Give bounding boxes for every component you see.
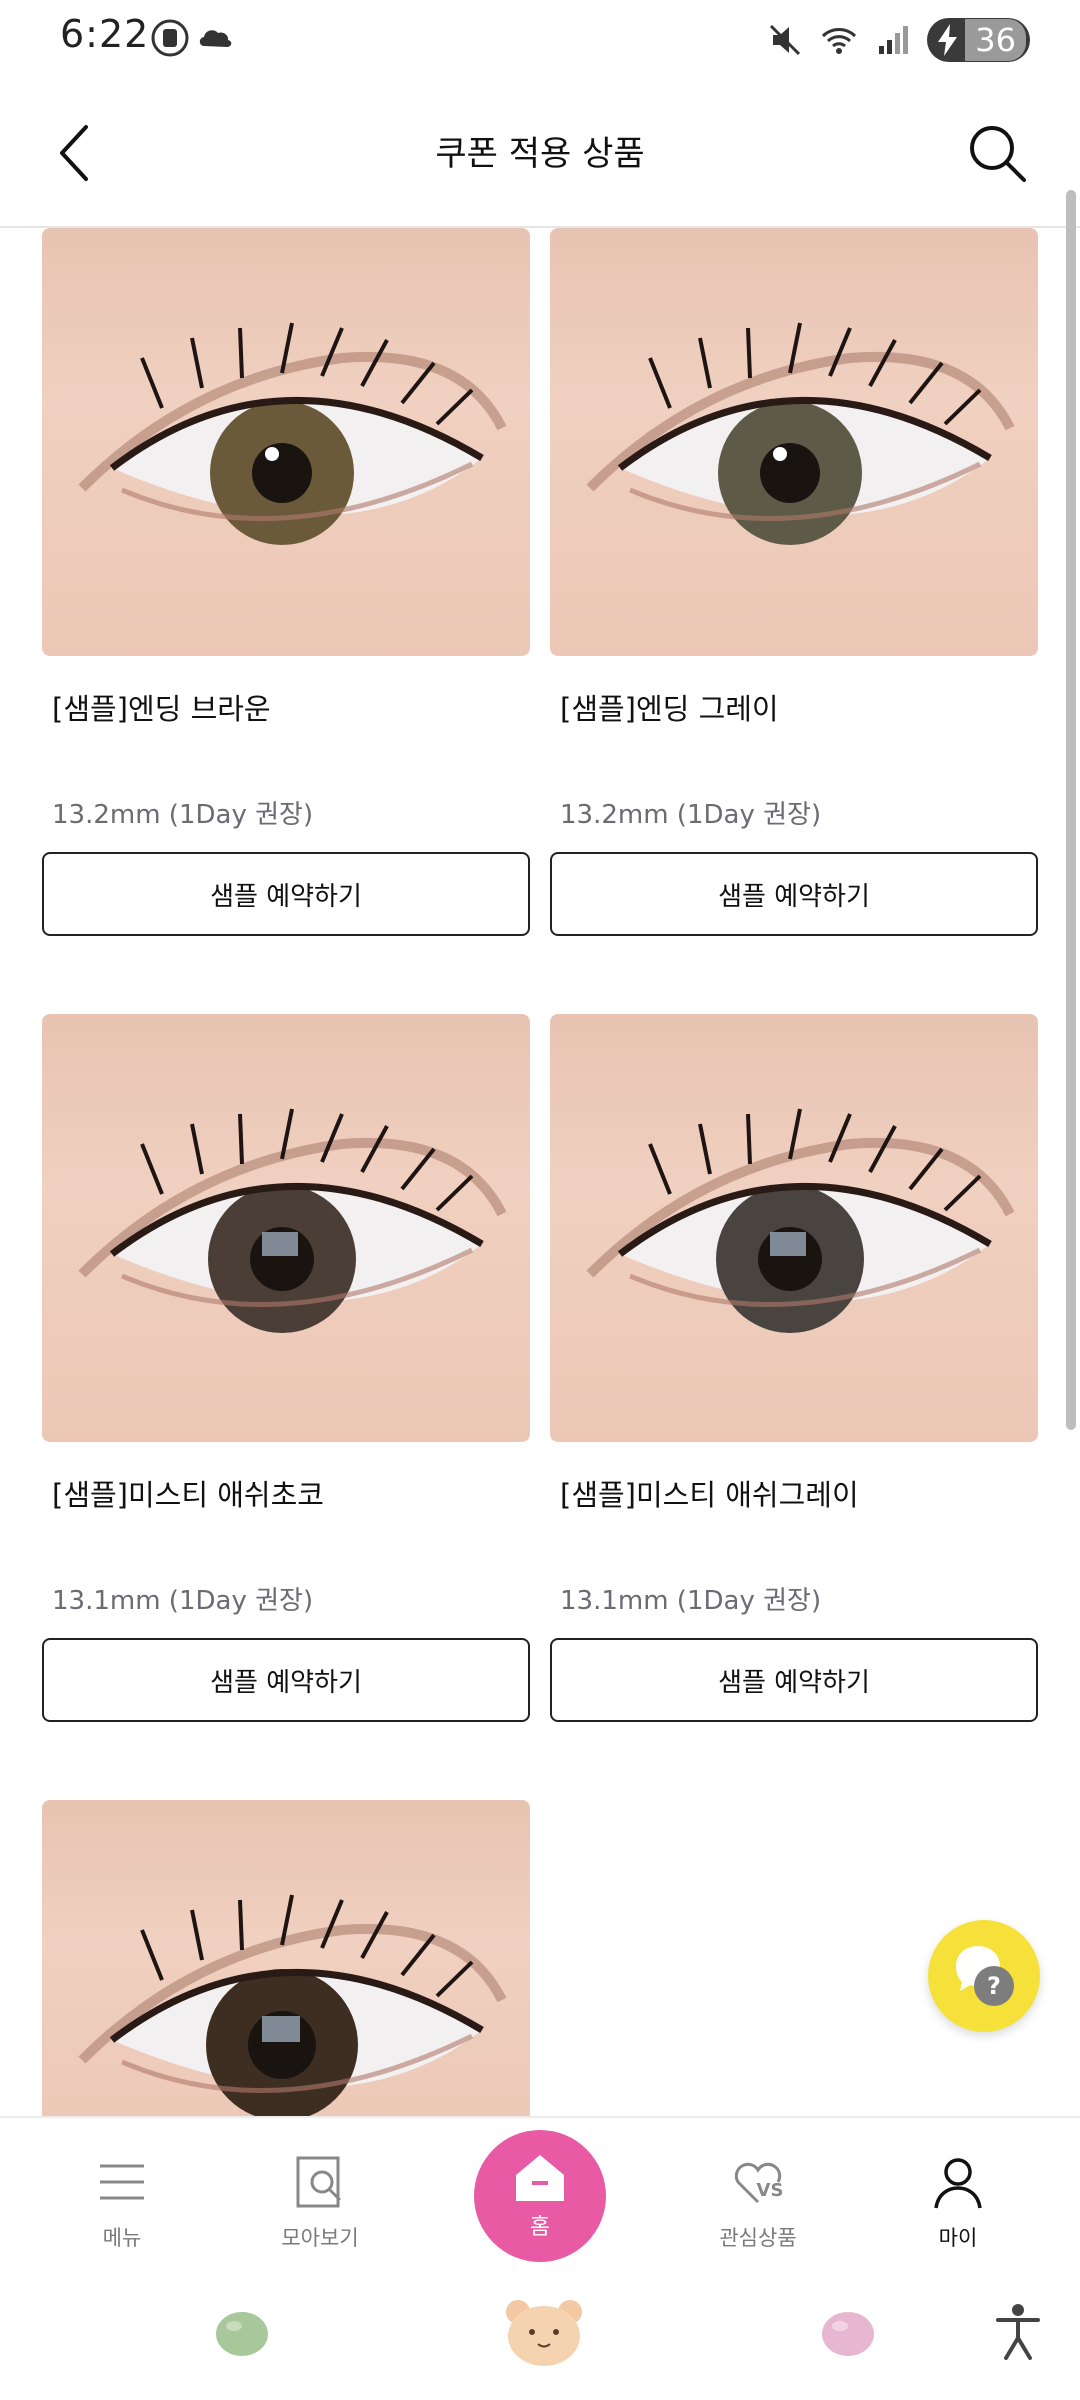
nav-label: 모아보기: [281, 2226, 359, 2250]
status-system-icons: 36: [765, 18, 1030, 62]
mute-icon: [770, 24, 801, 56]
product-image[interactable]: [42, 1800, 530, 2118]
green-bean-icon[interactable]: [212, 2306, 272, 2362]
nav-label: 메뉴: [102, 2226, 142, 2250]
nav-my[interactable]: 마이: [868, 2118, 1048, 2282]
collection-search-icon: [296, 2156, 342, 2208]
nav-label: 홈: [529, 2215, 551, 2240]
product-name[interactable]: [샘플]엔딩 브라운: [42, 686, 530, 726]
chat-help-button[interactable]: ?: [928, 1920, 1040, 2032]
wifi-icon: [822, 28, 857, 54]
status-time: 6:22: [60, 12, 150, 56]
signal-icon: [879, 26, 909, 54]
product-spec: 13.2mm (1Day 권장): [52, 800, 314, 830]
eye-lens-image: [78, 322, 507, 545]
product-spec: 13.1mm (1Day 권장): [560, 1586, 822, 1616]
product-image[interactable]: [42, 1014, 530, 1442]
nav-label: 관심상품: [719, 2226, 797, 2250]
user-icon: [934, 2158, 982, 2209]
product-name[interactable]: [샘플]미스티 애쉬그레이: [550, 1472, 1038, 1512]
battery-level: 36: [965, 19, 1026, 61]
product-name[interactable]: [샘플]엔딩 그레이: [550, 686, 1038, 726]
bottom-strip: [0, 2280, 1080, 2400]
svg-text:VS: VS: [757, 2180, 784, 2201]
app-header: 쿠폰 적용 상품: [0, 80, 1080, 228]
sample-reserve-button[interactable]: 샘플 예약하기: [42, 852, 530, 936]
product-image[interactable]: [550, 228, 1038, 656]
nav-wishlist[interactable]: VS 관심상품: [668, 2118, 848, 2282]
status-notification-icons: [150, 18, 236, 58]
status-bar: 6:22 36: [0, 0, 1080, 80]
chat-question-icon: ?: [956, 1946, 1014, 2006]
product-spec: 13.1mm (1Day 권장): [52, 1586, 314, 1616]
home-icon: [516, 2155, 564, 2201]
scrollbar[interactable]: [1066, 190, 1076, 1430]
svg-text:?: ?: [987, 1972, 1001, 2000]
product-image[interactable]: [550, 1014, 1038, 1442]
sample-reserve-button[interactable]: 샘플 예약하기: [42, 1638, 530, 1722]
accessibility-icon[interactable]: [994, 2302, 1042, 2362]
bear-icon[interactable]: [504, 2294, 584, 2368]
battery-indicator: 36: [927, 18, 1030, 62]
eye-lens-image: [78, 1108, 507, 1333]
product-name[interactable]: [샘플]미스티 애쉬초코: [42, 1472, 530, 1512]
eye-lens-image: [586, 1108, 1015, 1333]
nav-home-button[interactable]: 홈: [474, 2130, 606, 2262]
product-card[interactable]: [샘플]엔딩 그레이 13.2mm (1Day 권장) 샘플 예약하기: [550, 228, 1038, 936]
sample-reserve-button[interactable]: 샘플 예약하기: [550, 852, 1038, 936]
nav-label: 마이: [938, 2226, 978, 2250]
screen-record-icon: [151, 19, 189, 57]
product-card[interactable]: [샘플]엔딩 브라운 13.2mm (1Day 권장) 샘플 예약하기: [42, 228, 530, 936]
eye-lens-image: [586, 322, 1015, 545]
pink-bean-icon[interactable]: [818, 2306, 878, 2362]
charging-icon: [938, 24, 958, 56]
product-grid: [샘플]엔딩 브라운 13.2mm (1Day 권장) 샘플 예약하기 [샘플]…: [42, 228, 1038, 2118]
cloud-icon: [199, 30, 232, 47]
page-title: 쿠폰 적용 상품: [435, 134, 645, 174]
product-card[interactable]: [샘플]미스티 애쉬초코 13.1mm (1Day 권장) 샘플 예약하기: [42, 1014, 530, 1722]
eye-lens-image: [78, 1894, 507, 2118]
product-spec: 13.2mm (1Day 권장): [560, 800, 822, 830]
nav-collection[interactable]: 모아보기: [230, 2118, 410, 2282]
search-icon: [970, 126, 1026, 182]
product-card[interactable]: [샘플]미스티 애쉬그레이 13.1mm (1Day 권장) 샘플 예약하기: [550, 1014, 1038, 1722]
heart-vs-icon: VS: [734, 2162, 784, 2204]
sample-reserve-button[interactable]: 샘플 예약하기: [550, 1638, 1038, 1722]
product-image[interactable]: [42, 228, 530, 656]
search-button[interactable]: [966, 122, 1032, 188]
menu-icon: [100, 2164, 144, 2200]
nav-menu[interactable]: 메뉴: [32, 2118, 212, 2282]
product-card[interactable]: [42, 1800, 530, 2118]
